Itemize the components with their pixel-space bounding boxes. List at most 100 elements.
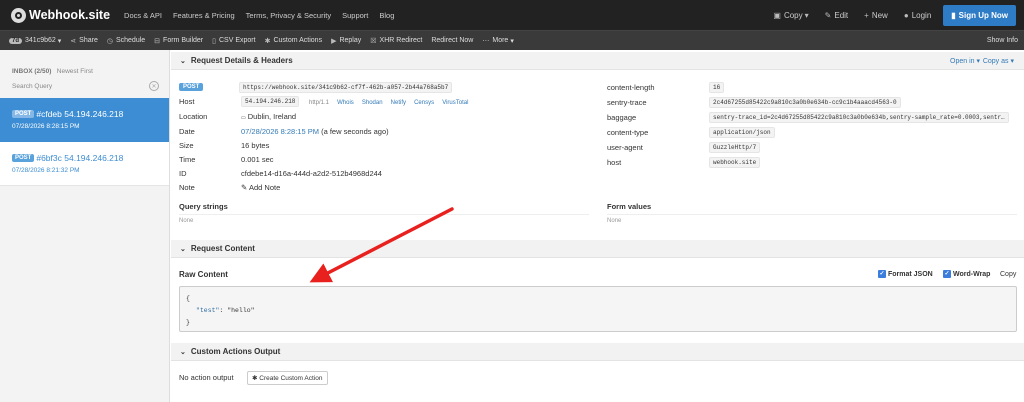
clear-icon[interactable]: ✕ [149,81,159,91]
edit-label: Edit [834,10,849,20]
top-navbar: Webhook.site Docs & API Features & Prici… [0,0,1024,30]
create-custom-action-label: Create Custom Action [259,375,323,382]
replay-button[interactable]: ▶ Replay [331,37,361,45]
add-note-link[interactable]: ✎ Add Note [241,183,280,192]
request-detail-panel: ⌄ Request Details & Headers Open in ▾ Co… [171,50,1024,402]
divider [179,214,589,215]
method-badge: POST [179,83,204,91]
date-value: 07/28/2026 8:28:15 PM (a few seconds ago… [241,127,389,136]
custom-actions-button[interactable]: ✱ Custom Actions [265,37,323,45]
request-ip: 54.194.246.218 [64,109,124,119]
request-ip: 54.194.246.218 [64,153,124,163]
header-name: sentry-trace [607,98,647,107]
nav-docs[interactable]: Docs & API [124,11,162,20]
add-note-label: Add Note [248,183,281,192]
token-selector[interactable]: 7d 341c9b62 ▾ [9,37,61,45]
plus-icon: + [864,10,869,20]
clock-icon: ◷ [106,37,113,45]
divider [607,214,1017,215]
raw-content-title: Raw Content [179,270,228,279]
request-id: #cfdeb [36,109,62,119]
format-json-checkbox[interactable]: ✓ Format JSON [878,270,933,278]
brand-link[interactable]: Webhook.site [11,7,111,23]
inbox-header: INBOX (2/50) Newest First [0,50,169,75]
host-links: http/1.1 Whois Shodan Netify Censys Viru… [303,97,468,106]
date-relative: (a few seconds ago) [321,127,389,136]
form-values-value: None [607,218,622,224]
header-name: content-length [607,83,655,92]
copy-content-link[interactable]: Copy [1000,271,1016,278]
nav-terms[interactable]: Terms, Privacy & Security [246,11,331,20]
chevron-down-icon: ⌄ [180,245,186,253]
json-line: } [186,319,190,326]
form-builder-button[interactable]: ⊟ Form Builder [154,37,203,45]
size-value: 16 bytes [241,141,270,150]
host-protocol: http/1.1 [309,100,330,106]
word-wrap-checkbox[interactable]: ✓ Word-Wrap [943,270,990,278]
replay-label: Replay [339,37,362,44]
nav-features[interactable]: Features & Pricing [173,11,235,20]
no-action-output-text: No action output [179,373,234,382]
signup-button[interactable]: ▮ Sign Up Now [943,4,1016,26]
host-value: 54.194.246.218 [241,96,300,107]
actions-section-header[interactable]: ⌄ Custom Actions Output [171,343,1024,361]
content-section-header[interactable]: ⌄ Request Content [171,240,1024,258]
caret-down-icon: ▾ [510,37,514,45]
form-icon: ⊟ [154,37,161,45]
user-icon: ▮ [951,10,956,20]
time-label: Time [179,155,196,164]
date-link[interactable]: 07/28/2026 8:28:15 PM [241,127,319,136]
location-text: Dublin, Ireland [247,112,297,121]
raw-content-box[interactable]: { "test": "hello" } [179,286,1017,332]
request-list-item[interactable]: POST #cfdeb 54.194.246.218 07/28/2026 8:… [0,98,169,142]
top-actions: ▣ Copy ▾ ✎ Edit + New ● Login ▮ Sign Up … [757,0,1016,30]
copy-as-dropdown[interactable]: Copy as ▾ [983,57,1014,65]
show-info-button[interactable]: Show Info [987,37,1018,44]
login-label: Login [911,10,932,20]
user-icon: ● [903,10,909,20]
shodan-link[interactable]: Shodan [362,100,383,106]
form-values-title: Form values [607,202,652,211]
csv-export-button[interactable]: ▯ CSV Export [212,37,255,45]
time-value: 0.001 sec [241,155,274,164]
request-list-item[interactable]: POST #6bf3c 54.194.246.218 07/28/2026 8:… [0,142,169,186]
copy-as-label: Copy as [982,57,1009,65]
more-menu-button[interactable]: ⋯ More ▾ [482,37,513,45]
nav-blog[interactable]: Blog [379,11,394,20]
details-section-header[interactable]: ⌄ Request Details & Headers Open in ▾ Co… [171,52,1024,70]
login-button[interactable]: ● Login [904,11,931,20]
xhr-redirect-toggle[interactable]: ☒ XHR Redirect [370,37,422,45]
chevron-down-icon: ⌄ [180,57,186,65]
csv-export-label: CSV Export [218,37,256,44]
share-button[interactable]: ⋖ Share [70,37,98,45]
schedule-button[interactable]: ◷ Schedule [107,37,145,45]
netify-link[interactable]: Netify [391,100,406,106]
chevron-down-icon: ⌄ [180,348,186,356]
request-url[interactable]: https://webhook.site/341c9b62-cf7f-462b-… [239,82,453,93]
sort-order[interactable]: Newest First [57,68,93,75]
open-in-dropdown[interactable]: Open in ▾ [950,57,980,65]
header-name: content-type [607,128,649,137]
format-json-label: Format JSON [888,270,933,278]
brand-name: Webhook.site [29,8,111,22]
file-icon: ▯ [212,37,216,45]
header-value: application/json [709,127,775,138]
copy-menu-button[interactable]: ▣ Copy ▾ [773,11,808,20]
gear-icon: ✱ [252,375,258,382]
size-label: Size [179,141,194,150]
details-title: Request Details & Headers [190,56,293,65]
whois-link[interactable]: Whois [337,100,354,106]
virustotal-link[interactable]: VirusTotal [442,100,468,106]
edit-button[interactable]: ✎ Edit [825,11,849,20]
actions-title: Custom Actions Output [190,347,281,356]
censys-link[interactable]: Censys [414,100,434,106]
json-value: "hello" [227,307,255,314]
new-button[interactable]: + New [864,11,888,20]
create-custom-action-button[interactable]: ✱ Create Custom Action [247,371,328,385]
caret-down-icon: ▾ [57,37,62,45]
search-row: Search Query ✕ [12,79,159,93]
checkbox-checked-icon: ✓ [878,270,886,278]
redirect-now-button[interactable]: Redirect Now [431,37,473,44]
nav-support[interactable]: Support [342,11,368,20]
search-input[interactable]: Search Query [12,83,52,90]
